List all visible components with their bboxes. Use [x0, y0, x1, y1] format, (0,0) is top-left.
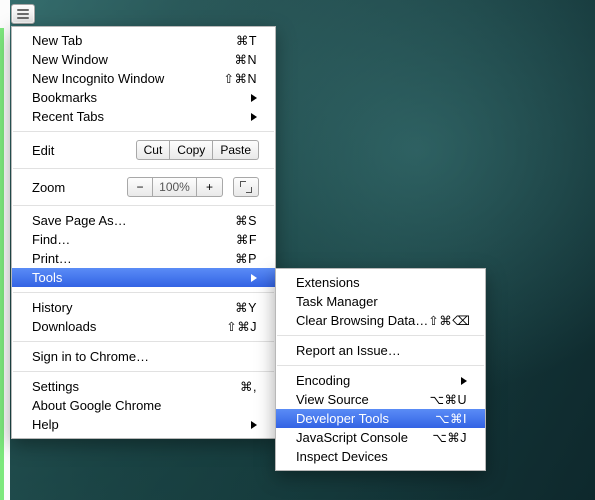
label: New Incognito Window	[32, 71, 223, 86]
menu-item-help[interactable]: Help	[12, 415, 275, 434]
menu-item-new-tab[interactable]: New Tab ⌘T	[12, 31, 275, 50]
menu-separator	[13, 205, 274, 206]
menu-separator	[13, 292, 274, 293]
label: Tools	[32, 270, 251, 285]
menu-separator	[13, 131, 274, 132]
copy-button[interactable]: Copy	[170, 140, 213, 160]
menu-item-settings[interactable]: Settings ⌘,	[12, 377, 275, 396]
chevron-right-icon	[251, 94, 257, 102]
menu-item-new-incognito[interactable]: New Incognito Window ⇧⌘N	[12, 69, 275, 88]
zoom-level: 100%	[153, 177, 197, 197]
label: Settings	[32, 379, 240, 394]
label: Task Manager	[296, 294, 467, 309]
shortcut: ⌥⌘I	[435, 411, 467, 426]
shortcut: ⌘Y	[235, 300, 257, 315]
submenu-item-clear-browsing-data[interactable]: Clear Browsing Data… ⇧⌘⌫	[276, 311, 485, 330]
paste-button[interactable]: Paste	[213, 140, 259, 160]
label: View Source	[296, 392, 430, 407]
cut-button[interactable]: Cut	[136, 140, 171, 160]
submenu-item-encoding[interactable]: Encoding	[276, 371, 485, 390]
menu-item-tools[interactable]: Tools	[12, 268, 275, 287]
shortcut: ⇧⌘J	[226, 319, 257, 334]
zoom-out-button[interactable]: −	[127, 177, 153, 197]
submenu-item-report-issue[interactable]: Report an Issue…	[276, 341, 485, 360]
menu-separator	[13, 168, 274, 169]
menu-separator	[277, 365, 484, 366]
shortcut: ⌘,	[240, 379, 257, 394]
submenu-item-javascript-console[interactable]: JavaScript Console ⌥⌘J	[276, 428, 485, 447]
chevron-right-icon	[251, 421, 257, 429]
chevron-right-icon	[251, 274, 257, 282]
zoom-in-button[interactable]: +	[197, 177, 223, 197]
label: Bookmarks	[32, 90, 251, 105]
chevron-right-icon	[251, 113, 257, 121]
label: New Window	[32, 52, 234, 67]
menu-item-sign-in[interactable]: Sign in to Chrome…	[12, 347, 275, 366]
label: Zoom	[32, 180, 127, 195]
submenu-item-inspect-devices[interactable]: Inspect Devices	[276, 447, 485, 466]
chevron-right-icon	[461, 377, 467, 385]
shortcut: ⌘F	[236, 232, 257, 247]
shortcut: ⌥⌘J	[432, 430, 467, 445]
menu-item-print[interactable]: Print… ⌘P	[12, 249, 275, 268]
menu-item-find[interactable]: Find… ⌘F	[12, 230, 275, 249]
shortcut: ⇧⌘N	[223, 71, 257, 86]
label: Edit	[32, 143, 136, 158]
menu-item-save-page[interactable]: Save Page As… ⌘S	[12, 211, 275, 230]
edit-button-group: Cut Copy Paste	[136, 140, 259, 160]
menu-item-recent-tabs[interactable]: Recent Tabs	[12, 107, 275, 126]
label: About Google Chrome	[32, 398, 257, 413]
label: JavaScript Console	[296, 430, 432, 445]
menu-row-zoom: Zoom − 100% +	[12, 174, 275, 200]
shortcut: ⇧⌘⌫	[428, 313, 470, 328]
submenu-item-developer-tools[interactable]: Developer Tools ⌥⌘I	[276, 409, 485, 428]
shortcut: ⌥⌘U	[430, 392, 467, 407]
menu-separator	[13, 371, 274, 372]
chrome-main-menu: New Tab ⌘T New Window ⌘N New Incognito W…	[11, 26, 276, 439]
label: Save Page As…	[32, 213, 235, 228]
shortcut: ⌘T	[236, 33, 257, 48]
label: Clear Browsing Data…	[296, 313, 428, 328]
label: Recent Tabs	[32, 109, 251, 124]
fullscreen-button[interactable]	[233, 177, 259, 197]
chrome-menu-button[interactable]	[11, 4, 35, 24]
menu-row-edit: Edit Cut Copy Paste	[12, 137, 275, 163]
submenu-item-extensions[interactable]: Extensions	[276, 273, 485, 292]
shortcut: ⌘P	[235, 251, 257, 266]
label: Extensions	[296, 275, 467, 290]
menu-separator	[277, 335, 484, 336]
page-edge	[0, 28, 4, 500]
tools-submenu: Extensions Task Manager Clear Browsing D…	[275, 268, 486, 471]
label: Encoding	[296, 373, 461, 388]
label: Print…	[32, 251, 235, 266]
submenu-item-task-manager[interactable]: Task Manager	[276, 292, 485, 311]
label: Sign in to Chrome…	[32, 349, 257, 364]
menu-item-downloads[interactable]: Downloads ⇧⌘J	[12, 317, 275, 336]
menu-item-bookmarks[interactable]: Bookmarks	[12, 88, 275, 107]
label: New Tab	[32, 33, 236, 48]
menu-item-history[interactable]: History ⌘Y	[12, 298, 275, 317]
label: Inspect Devices	[296, 449, 467, 464]
label: Downloads	[32, 319, 226, 334]
zoom-button-group: − 100% +	[127, 177, 223, 197]
menu-item-about[interactable]: About Google Chrome	[12, 396, 275, 415]
fullscreen-icon	[241, 182, 251, 192]
shortcut: ⌘N	[234, 52, 257, 67]
label: History	[32, 300, 235, 315]
label: Report an Issue…	[296, 343, 467, 358]
hamburger-icon	[17, 9, 29, 11]
menu-separator	[13, 341, 274, 342]
label: Find…	[32, 232, 236, 247]
shortcut: ⌘S	[235, 213, 257, 228]
label: Help	[32, 417, 251, 432]
label: Developer Tools	[296, 411, 435, 426]
menu-item-new-window[interactable]: New Window ⌘N	[12, 50, 275, 69]
submenu-item-view-source[interactable]: View Source ⌥⌘U	[276, 390, 485, 409]
